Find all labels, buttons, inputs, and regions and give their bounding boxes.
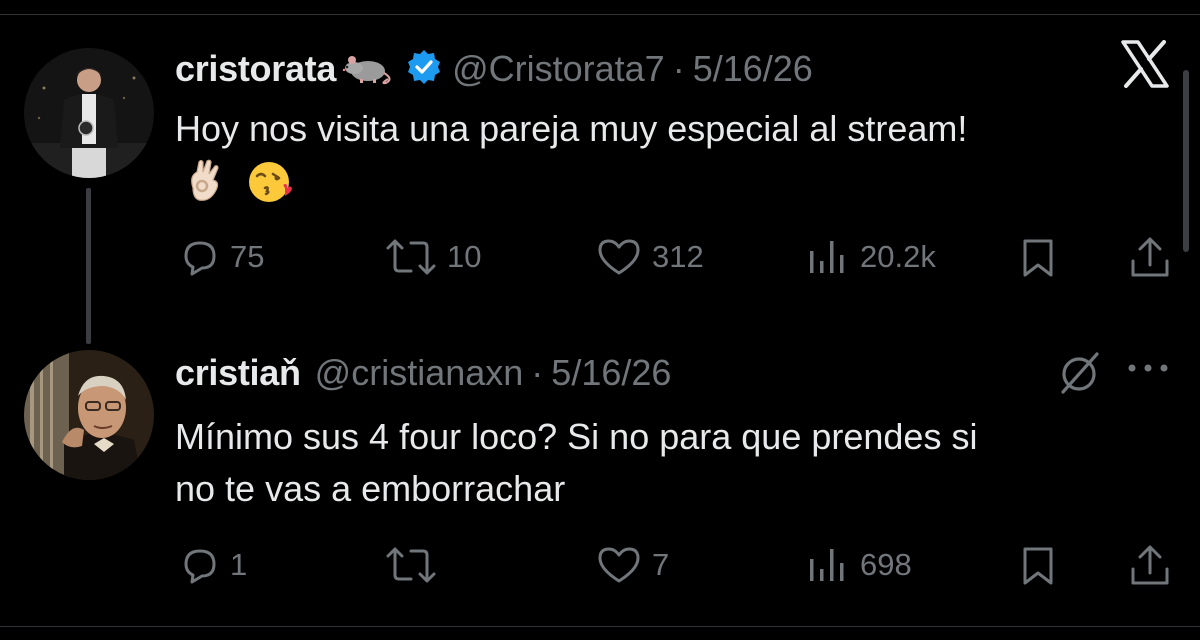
- tweet-date[interactable]: 5/16/26: [693, 48, 813, 90]
- reply-count: 1: [230, 547, 248, 582]
- reply-icon: [184, 241, 216, 276]
- like-button[interactable]: 7: [596, 545, 669, 585]
- avatar-cristorata[interactable]: [24, 48, 154, 178]
- like-button[interactable]: 312: [596, 237, 704, 277]
- avatar-cristian[interactable]: [24, 350, 154, 480]
- like-count: 7: [652, 547, 670, 582]
- reply-count: 75: [230, 239, 265, 274]
- views-chart-icon: [810, 549, 844, 581]
- tweet-header: cristiaň @cristianaxn · 5/16/26: [175, 352, 671, 394]
- user-handle[interactable]: @Cristorata7: [452, 48, 665, 90]
- bottom-divider: [0, 626, 1200, 627]
- repost-button[interactable]: 10: [385, 237, 481, 277]
- heart-icon: [598, 547, 640, 583]
- display-name[interactable]: cristiaň: [175, 352, 301, 394]
- top-divider: [0, 14, 1200, 15]
- repost-icon: [386, 239, 436, 275]
- repost-count: 10: [447, 239, 482, 274]
- reply-icon: [184, 549, 216, 584]
- bookmark-button[interactable]: [1020, 237, 1056, 279]
- separator-dot: ·: [672, 48, 685, 89]
- display-name[interactable]: cristorata: [175, 48, 336, 90]
- user-handle[interactable]: @cristianaxn: [315, 352, 524, 394]
- reply-button[interactable]: 1: [180, 545, 247, 585]
- more-icon[interactable]: [1124, 358, 1172, 383]
- heart-icon: [598, 239, 640, 275]
- share-button[interactable]: [1129, 543, 1171, 587]
- tweet-date[interactable]: 5/16/26: [551, 352, 671, 394]
- tweet-text-line-2: no te vas a emborrachar: [175, 468, 566, 509]
- bookmark-icon: [1023, 547, 1053, 585]
- bookmark-button[interactable]: [1020, 545, 1056, 587]
- thread-connector-line: [86, 188, 91, 344]
- views-count: 20.2k: [860, 239, 936, 274]
- grok-icon[interactable]: [1057, 350, 1103, 401]
- kissing-heart-emoji: [247, 158, 295, 209]
- share-button[interactable]: [1129, 235, 1171, 279]
- views-count: 698: [860, 547, 912, 582]
- views-button[interactable]: 698: [808, 545, 912, 585]
- repost-icon: [386, 547, 436, 583]
- emoji-row: [185, 158, 295, 209]
- tweet-text-line-1: Mínimo sus 4 four loco? Si no para que p…: [175, 416, 978, 457]
- views-chart-icon: [810, 241, 844, 273]
- separator-dot: ·: [531, 352, 544, 393]
- like-count: 312: [652, 239, 704, 274]
- rat-emoji: [340, 49, 396, 90]
- tweet-text: Hoy nos visita una pareja muy especial a…: [175, 108, 968, 149]
- scrollbar[interactable]: [1183, 70, 1189, 252]
- repost-button[interactable]: [385, 545, 447, 585]
- reply-button[interactable]: 75: [180, 237, 264, 277]
- bookmark-icon: [1023, 239, 1053, 277]
- share-icon: [1131, 545, 1169, 585]
- ok-hand-emoji: [185, 158, 225, 209]
- verified-badge-icon[interactable]: [406, 49, 442, 90]
- share-icon: [1131, 237, 1169, 277]
- tweet-thread-screenshot: cristorata @Cristorata7 · 5/16/26 Hoy no…: [0, 0, 1200, 640]
- views-button[interactable]: 20.2k: [808, 237, 936, 277]
- x-logo-icon[interactable]: [1120, 40, 1170, 93]
- tweet-header: cristorata @Cristorata7 · 5/16/26: [175, 48, 813, 90]
